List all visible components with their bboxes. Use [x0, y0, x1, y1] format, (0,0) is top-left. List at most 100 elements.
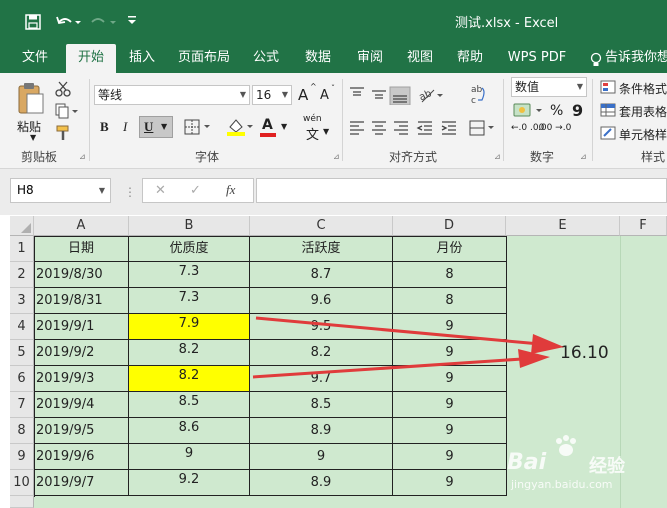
- paste-label[interactable]: 粘贴: [17, 118, 41, 135]
- number-group-label: 数字: [530, 150, 555, 164]
- tab-formulas[interactable]: 公式: [246, 44, 286, 73]
- tab-data[interactable]: 数据: [298, 44, 338, 73]
- tab-home[interactable]: 开始: [66, 44, 116, 73]
- tab-help[interactable]: 帮助: [450, 44, 490, 73]
- chevron-down-icon: ▼: [576, 82, 583, 91]
- vertical-align-group: [350, 86, 411, 105]
- alignment-launcher-icon[interactable]: ⊿: [494, 152, 501, 161]
- worksheet-grid[interactable]: A B C D E F 1 2 3 4 5 6 7 8 9 10 日期 优质度 …: [10, 216, 667, 508]
- format-painter-icon[interactable]: [55, 125, 71, 141]
- formula-bar-area: H8 ▼ ⋮ ✕ ✓ fx: [0, 169, 667, 215]
- baidu-watermark: Bai 经验 jingyan.baidu.com: [507, 435, 637, 491]
- phonetic-guide-button[interactable]: 文: [306, 124, 319, 143]
- enter-icon[interactable]: ✓: [190, 183, 201, 198]
- chevron-down-icon[interactable]: ▼: [323, 127, 329, 136]
- top-align-icon: [350, 87, 364, 96]
- font-color-button[interactable]: A: [262, 117, 273, 133]
- align-center-icon: [372, 121, 386, 135]
- decrease-indent-icon: [416, 121, 432, 135]
- font-name-dropdown[interactable]: 等线 ▼: [94, 85, 250, 105]
- watermark-brand: Bai: [507, 450, 547, 475]
- font-name-value: 等线: [98, 88, 123, 102]
- phonetic-guide-label[interactable]: wén: [303, 114, 322, 124]
- increase-font-caret-icon: ^: [310, 82, 317, 91]
- conditional-format-icon: [600, 80, 616, 94]
- format-as-table-button[interactable]: 套用表格: [619, 103, 667, 120]
- tab-insert[interactable]: 插入: [122, 44, 162, 73]
- fill-color-icon[interactable]: [226, 117, 256, 137]
- styles-group-label: 样式: [641, 150, 666, 164]
- formula-input[interactable]: [256, 178, 667, 203]
- conditional-format-button[interactable]: 条件格式: [619, 80, 667, 97]
- clipboard-group-label: 剪贴板: [21, 150, 58, 164]
- font-launcher-icon[interactable]: ⊿: [333, 152, 340, 161]
- orientation-icon[interactable]: ab: [418, 85, 446, 105]
- underline-button[interactable]: U ▼: [139, 116, 173, 138]
- tell-me-search[interactable]: 告诉我你想: [605, 44, 667, 73]
- merge-cells-icon: [469, 120, 494, 136]
- percent-button[interactable]: %: [550, 103, 563, 119]
- increase-decimal-button[interactable]: ←.0 .00: [511, 123, 544, 133]
- copy-icon[interactable]: [55, 103, 79, 119]
- wrap-text-icon[interactable]: ab c: [468, 83, 488, 109]
- window-title: 测试.xlsx - Excel: [455, 16, 559, 31]
- chevron-down-icon: ▼: [161, 122, 168, 131]
- paste-icon[interactable]: [17, 81, 45, 115]
- borders-icon[interactable]: [184, 119, 214, 135]
- decrease-decimal-button[interactable]: .00 →.0: [538, 123, 571, 133]
- ribbon: 粘贴 ▼ 剪贴板 ⊿ 等线 ▼ 16 ▼ A ^ A ˇ B I U ▼ A ▼…: [0, 73, 667, 169]
- cell-styles-button[interactable]: 单元格样: [619, 126, 667, 143]
- svg-text:ab: ab: [418, 88, 434, 103]
- tab-review[interactable]: 审阅: [350, 44, 390, 73]
- undo-icon[interactable]: [55, 14, 83, 30]
- lightbulb-icon: [590, 52, 602, 66]
- name-box[interactable]: H8 ▼: [10, 178, 111, 203]
- customize-toolbar-icon[interactable]: [127, 15, 137, 27]
- increase-indent-icon: [441, 121, 456, 135]
- format-as-table-icon: [600, 103, 616, 117]
- clipboard-launcher-icon[interactable]: ⊿: [79, 152, 86, 161]
- comma-style-button[interactable]: 9: [572, 101, 583, 120]
- paste-dropdown-arrow[interactable]: ▼: [30, 133, 36, 142]
- name-box-value: H8: [17, 183, 34, 197]
- formula-options-icon[interactable]: ⋮: [124, 185, 136, 199]
- wrap-text-abc-label: ab: [471, 85, 483, 95]
- chevron-down-icon: ▼: [98, 186, 105, 195]
- paw-icon: [556, 435, 576, 456]
- italic-button[interactable]: I: [123, 119, 127, 135]
- separator: [503, 79, 504, 161]
- chevron-down-icon[interactable]: ▼: [281, 122, 287, 131]
- formula-buttons: ✕ ✓ fx: [142, 178, 254, 203]
- wrap-text-c-label: c: [471, 96, 476, 106]
- align-right-icon: [394, 121, 408, 135]
- decrease-font-button[interactable]: A: [320, 88, 329, 103]
- font-size-dropdown[interactable]: 16 ▼: [252, 85, 292, 105]
- bold-button[interactable]: B: [100, 119, 109, 135]
- insert-function-icon[interactable]: fx: [226, 182, 235, 198]
- cell-styles-icon: [600, 126, 616, 140]
- watermark-url: jingyan.baidu.com: [511, 478, 613, 491]
- watermark-brand-2: 经验: [589, 456, 625, 477]
- tab-file[interactable]: 文件: [14, 44, 56, 73]
- save-icon[interactable]: [25, 14, 41, 30]
- cut-icon[interactable]: [55, 81, 71, 97]
- align-left-icon: [350, 121, 364, 135]
- cancel-icon[interactable]: ✕: [155, 183, 166, 198]
- tab-view[interactable]: 视图: [400, 44, 440, 73]
- tab-page-layout[interactable]: 页面布局: [172, 44, 236, 73]
- decrease-font-caret-icon: ˇ: [331, 84, 335, 93]
- font-group-label: 字体: [195, 150, 220, 164]
- tab-wps-pdf[interactable]: WPS PDF: [504, 44, 570, 73]
- font-color-swatch: [260, 133, 276, 137]
- chevron-down-icon: ▼: [239, 90, 246, 99]
- title-bar: 测试.xlsx - Excel: [0, 0, 667, 44]
- number-format-dropdown[interactable]: 数值 ▼: [511, 77, 587, 97]
- currency-icon[interactable]: [512, 101, 546, 121]
- redo-icon: [91, 18, 116, 24]
- underline-label: U: [144, 119, 154, 134]
- increase-font-button[interactable]: A: [298, 86, 308, 104]
- number-launcher-icon[interactable]: ⊿: [580, 152, 587, 161]
- separator: [89, 79, 90, 161]
- horizontal-align-group: [350, 120, 494, 136]
- alignment-group-label: 对齐方式: [389, 150, 438, 164]
